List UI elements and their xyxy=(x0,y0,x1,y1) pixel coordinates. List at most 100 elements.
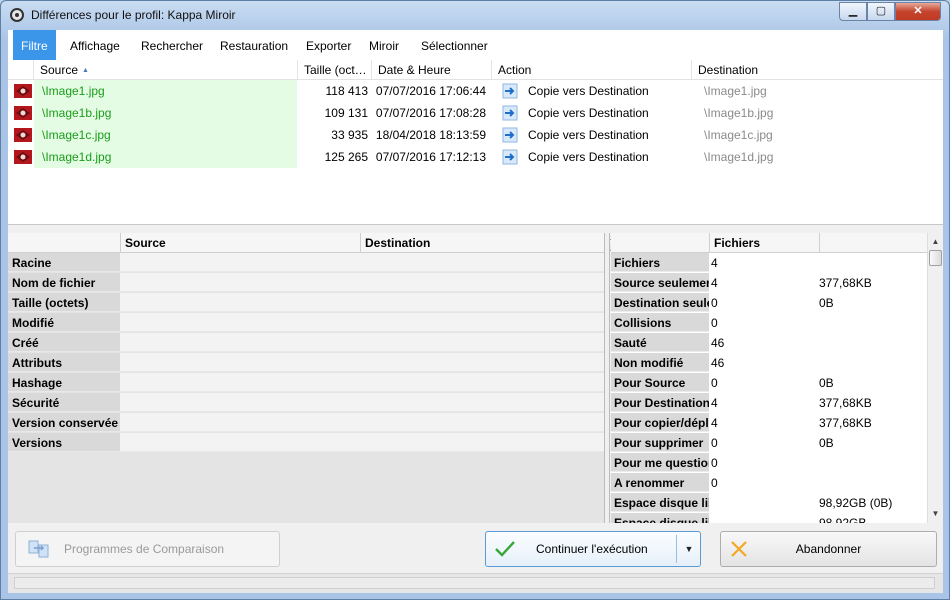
stats-count: 46 xyxy=(711,356,725,370)
stats-row: Espace disque libre 98,92GB (0B) xyxy=(611,493,927,513)
details-label: Créé xyxy=(8,333,120,352)
column-source[interactable]: Source ▲ xyxy=(34,60,298,80)
menu-filtre[interactable]: Filtre xyxy=(13,30,56,60)
stats-label: Source seulement xyxy=(611,273,709,292)
image-file-icon xyxy=(14,106,32,120)
close-button[interactable]: ✕ xyxy=(895,2,941,21)
stats-label: Non modifié xyxy=(611,353,709,372)
details-value xyxy=(120,273,604,292)
copy-right-arrow-icon xyxy=(502,105,518,121)
datetime-cell: 18/04/2018 18:13:59 xyxy=(375,128,486,142)
stats-size xyxy=(819,353,927,372)
details-row: Modifié xyxy=(8,313,604,333)
details-row: Hashage xyxy=(8,373,604,393)
window-title: Différences pour le profil: Kappa Miroir xyxy=(31,8,236,22)
stats-files-header: Fichiers xyxy=(709,233,819,253)
client-area: Filtre Affichage Rechercher Restauration… xyxy=(8,30,943,593)
stats-label: Pour copier/déplacer xyxy=(611,413,709,432)
vertical-scrollbar[interactable]: ▲ ▼ xyxy=(927,233,943,523)
stats-row: Sauté 46 xyxy=(611,333,927,353)
destination-cell: \Image1d.jpg xyxy=(704,150,774,164)
menu-restauration[interactable]: Restauration xyxy=(212,30,296,60)
image-file-icon xyxy=(14,150,32,164)
column-icon[interactable] xyxy=(8,60,34,80)
continue-button[interactable]: Continuer l'exécution ▼ xyxy=(485,531,701,567)
stats-count: 4 xyxy=(711,416,718,430)
details-source-header: Source xyxy=(120,233,360,253)
app-gear-icon[interactable] xyxy=(10,8,24,22)
scroll-down-icon[interactable]: ▼ xyxy=(928,506,943,521)
stats-size-header xyxy=(819,233,927,253)
app-window: Différences pour le profil: Kappa Miroir… xyxy=(0,0,950,600)
stats-count: 0 xyxy=(711,436,718,450)
stats-panel: Fichiers Fichiers 4 Source seulement 4 377,… xyxy=(611,233,943,523)
compare-files-icon xyxy=(28,540,49,558)
stats-label: Fichiers xyxy=(611,253,709,272)
stats-row: Fichiers 4 xyxy=(611,253,927,273)
stats-row: Source seulement 4 377,68KB xyxy=(611,273,927,293)
action-bar: Programmes de Comparaison Continuer l'ex… xyxy=(8,523,943,571)
destination-cell: \Image1.jpg xyxy=(704,84,767,98)
chevron-down-icon[interactable]: ▼ xyxy=(678,532,700,566)
column-datetime[interactable]: Date & Heure xyxy=(372,60,492,80)
menu-exporter[interactable]: Exporter xyxy=(298,30,359,60)
details-value xyxy=(120,293,604,312)
menu-affichage[interactable]: Affichage xyxy=(62,30,128,60)
details-value xyxy=(120,393,604,412)
stats-label: Pour Source xyxy=(611,373,709,392)
file-row[interactable]: \Image1d.jpg 125 265 07/07/2016 17:12:13… xyxy=(8,146,943,168)
details-row: Taille (octets) xyxy=(8,293,604,313)
column-source-label: Source xyxy=(40,63,79,77)
datetime-cell: 07/07/2016 17:12:13 xyxy=(375,150,486,164)
details-label: Sécurité xyxy=(8,393,120,412)
stats-count: 0 xyxy=(711,456,718,470)
menu-selectionner[interactable]: Sélectionner xyxy=(413,30,496,60)
source-cell: \Image1b.jpg xyxy=(34,102,297,124)
stats-size: 98,92GB (0B) xyxy=(819,496,893,510)
checkmark-icon xyxy=(495,541,515,557)
stats-label: Pour me questionner xyxy=(611,453,709,472)
stats-size: 377,68KB xyxy=(819,396,872,410)
scroll-up-icon[interactable]: ▲ xyxy=(928,234,943,249)
menu-bar: Filtre Affichage Rechercher Restauration… xyxy=(8,30,943,60)
column-action[interactable]: Action xyxy=(492,60,692,80)
details-row: Versions xyxy=(8,433,604,453)
stats-size: 0B xyxy=(819,376,834,390)
stats-size xyxy=(819,313,927,332)
scrollbar-thumb[interactable] xyxy=(929,250,942,266)
panel-splitter[interactable] xyxy=(604,233,610,523)
stats-row: Pour supprimer 0 0B xyxy=(611,433,927,453)
column-destination[interactable]: Destination xyxy=(692,60,943,80)
maximize-button[interactable]: ▢ xyxy=(867,2,895,21)
stats-row: Pour me questionner0 xyxy=(611,453,927,473)
details-destination-header: Destination xyxy=(360,233,604,253)
stats-size xyxy=(819,253,927,272)
details-row: Sécurité xyxy=(8,393,604,413)
stats-count: 0 xyxy=(711,296,718,310)
status-bar xyxy=(8,573,943,593)
size-cell: 33 935 xyxy=(331,128,368,142)
stats-count: 46 xyxy=(711,336,725,350)
action-cell: Copie vers Destination xyxy=(528,150,649,164)
sort-ascending-icon: ▲ xyxy=(82,67,89,74)
column-size[interactable]: Taille (oct… xyxy=(298,60,372,80)
stats-row: Non modifié 46 xyxy=(611,353,927,373)
stats-label: A renommer xyxy=(611,473,709,492)
file-row[interactable]: \Image1.jpg 118 413 07/07/2016 17:06:44 … xyxy=(8,80,943,102)
details-label: Modifié xyxy=(8,313,120,332)
stats-size: 0B xyxy=(819,296,834,310)
file-row[interactable]: \Image1b.jpg 109 131 07/07/2016 17:08:28… xyxy=(8,102,943,124)
details-value xyxy=(120,333,604,352)
file-row[interactable]: \Image1c.jpg 33 935 18/04/2018 18:13:59 … xyxy=(8,124,943,146)
stats-label: Collisions xyxy=(611,313,709,332)
menu-rechercher[interactable]: Rechercher xyxy=(133,30,211,60)
copy-right-arrow-icon xyxy=(502,127,518,143)
action-cell: Copie vers Destination xyxy=(528,106,649,120)
minimize-button[interactable]: ▁ xyxy=(839,2,867,21)
image-file-icon xyxy=(14,128,32,142)
compare-programs-button[interactable]: Programmes de Comparaison xyxy=(15,531,280,567)
menu-miroir[interactable]: Miroir xyxy=(361,30,407,60)
stats-count: 0 xyxy=(711,316,718,330)
details-value xyxy=(120,313,604,332)
abort-button[interactable]: Abandonner xyxy=(720,531,937,567)
